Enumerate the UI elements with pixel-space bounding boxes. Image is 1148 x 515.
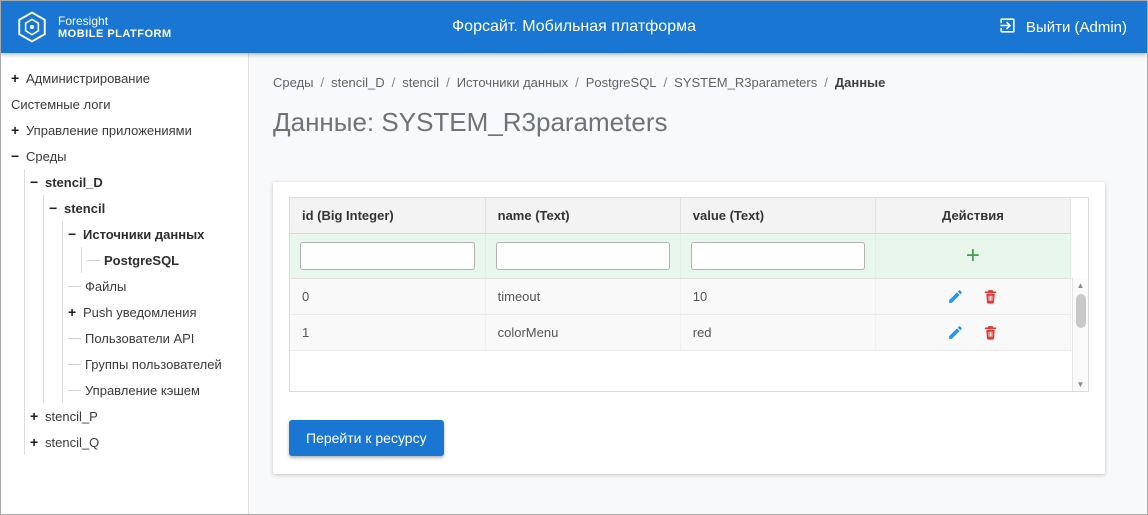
column-header-value: value (Text) xyxy=(680,198,876,234)
add-row-button[interactable]: + xyxy=(956,244,990,268)
column-header-id: id (Big Integer) xyxy=(290,198,486,234)
cell-id: 0 xyxy=(290,278,486,316)
logout-label: Выйти (Admin) xyxy=(1025,18,1127,36)
breadcrumb-item-resource[interactable]: SYSTEM_R3parameters xyxy=(674,75,817,90)
column-header-name: name (Text) xyxy=(485,198,681,234)
breadcrumb-item-postgresql[interactable]: PostgreSQL xyxy=(586,75,657,90)
application-window: Foresight MOBILE PLATFORM Форсайт. Мобил… xyxy=(0,0,1148,515)
filter-value-input[interactable] xyxy=(690,242,865,270)
breadcrumb-separator xyxy=(575,75,579,90)
table-scrollbar[interactable] xyxy=(1072,278,1088,391)
sidebar-item-stencil[interactable]: stencil xyxy=(49,195,244,221)
filter-id-input[interactable] xyxy=(300,242,475,270)
app-logo[interactable]: Foresight MOBILE PLATFORM xyxy=(15,10,172,44)
delete-row-button[interactable] xyxy=(973,288,1008,305)
sidebar-item-user-groups[interactable]: Группы пользователей xyxy=(68,351,244,377)
breadcrumb-item-stencil[interactable]: stencil xyxy=(402,75,439,90)
minus-icon[interactable] xyxy=(11,149,26,163)
data-table-container: id (Big Integer) name (Text) value (Text… xyxy=(289,197,1089,392)
filter-row: + xyxy=(290,233,1072,279)
pencil-icon xyxy=(947,324,964,339)
cell-value: 10 xyxy=(680,278,876,316)
edit-row-button[interactable] xyxy=(938,288,973,305)
logout-button[interactable]: Выйти (Admin) xyxy=(998,16,1127,39)
scroll-up-button[interactable] xyxy=(1077,278,1085,292)
page-title: Данные: SYSTEM_R3parameters xyxy=(273,107,668,137)
plus-icon[interactable] xyxy=(68,305,83,319)
table-empty-space xyxy=(290,350,1071,391)
breadcrumb-separator xyxy=(392,75,396,90)
top-bar: Foresight MOBILE PLATFORM Форсайт. Мобил… xyxy=(1,1,1147,53)
main-content: Среды stencil_D stencil Источники данных Pos… xyxy=(249,53,1147,514)
filter-name-input[interactable] xyxy=(495,242,670,270)
cell-id: 1 xyxy=(290,314,486,352)
trash-icon xyxy=(982,288,999,304)
sidebar-item-environments[interactable]: Среды xyxy=(11,143,244,169)
sidebar-item-stencil-d[interactable]: stencil_D xyxy=(30,169,244,195)
sidebar-item-app-management[interactable]: Управление приложениями xyxy=(11,117,244,143)
sidebar-item-push-notifications[interactable]: Push уведомления xyxy=(68,299,244,325)
tree-connector xyxy=(68,389,81,391)
logout-icon xyxy=(998,16,1017,39)
column-header-actions: Действия xyxy=(875,198,1072,234)
sidebar-item-stencil-q[interactable]: stencil_Q xyxy=(30,429,244,455)
breadcrumb-separator xyxy=(446,75,450,90)
data-table: id (Big Integer) name (Text) value (Text… xyxy=(290,198,1072,391)
minus-icon[interactable] xyxy=(68,227,83,241)
sidebar-item-data-sources[interactable]: Источники данных xyxy=(68,221,244,247)
minus-icon[interactable] xyxy=(30,175,45,189)
tree-connector xyxy=(68,363,81,365)
scrollbar-thumb[interactable] xyxy=(1075,294,1086,328)
breadcrumb-separator xyxy=(664,75,668,90)
cell-name: colorMenu xyxy=(485,314,681,352)
breadcrumb-item-data-current: Данные xyxy=(834,75,886,90)
breadcrumb: Среды stencil_D stencil Источники данных Pos… xyxy=(273,53,1147,90)
plus-icon[interactable] xyxy=(11,123,26,137)
plus-icon[interactable] xyxy=(30,409,45,423)
logo-text-line1: Foresight xyxy=(58,13,109,28)
trash-icon xyxy=(982,324,999,340)
breadcrumb-item-environments[interactable]: Среды xyxy=(273,75,314,90)
data-card: id (Big Integer) name (Text) value (Text… xyxy=(273,182,1105,474)
table-row: 1 colorMenu red xyxy=(290,314,1072,352)
sidebar-tree: Администрирование Системные логи Управле… xyxy=(1,53,249,514)
plus-icon[interactable] xyxy=(30,435,45,449)
sidebar-item-files[interactable]: Файлы xyxy=(68,273,244,299)
breadcrumb-separator xyxy=(321,75,325,90)
delete-row-button[interactable] xyxy=(973,324,1008,341)
sidebar-item-stencil-p[interactable]: stencil_P xyxy=(30,403,244,429)
sidebar-item-api-users[interactable]: Пользователи API xyxy=(68,325,244,351)
table-header-row: id (Big Integer) name (Text) value (Text… xyxy=(290,198,1072,234)
breadcrumb-item-data-sources[interactable]: Источники данных xyxy=(457,75,568,90)
cell-value: red xyxy=(680,314,876,352)
scroll-down-button[interactable] xyxy=(1077,377,1085,391)
sidebar-item-cache-management[interactable]: Управление кэшем xyxy=(68,377,244,403)
cell-name: timeout xyxy=(485,278,681,316)
pencil-icon xyxy=(947,288,964,303)
breadcrumb-item-stencil-d[interactable]: stencil_D xyxy=(331,75,384,90)
breadcrumb-separator xyxy=(824,75,828,90)
tree-connector xyxy=(68,285,81,287)
tree-connector xyxy=(68,337,81,339)
app-title: Форсайт. Мобильная платформа xyxy=(452,18,696,35)
edit-row-button[interactable] xyxy=(938,324,973,341)
minus-icon[interactable] xyxy=(49,201,64,215)
table-row: 0 timeout 10 xyxy=(290,278,1072,316)
go-to-resource-button[interactable]: Перейти к ресурсу xyxy=(289,419,444,456)
tree-connector xyxy=(87,259,100,261)
sidebar-item-administration[interactable]: Администрирование xyxy=(11,65,244,91)
logo-text-line2: MOBILE PLATFORM xyxy=(58,27,172,40)
foresight-logo-icon xyxy=(15,10,49,44)
plus-icon[interactable] xyxy=(11,71,26,85)
sidebar-item-system-logs[interactable]: Системные логи xyxy=(11,91,244,117)
sidebar-item-postgresql[interactable]: PostgreSQL xyxy=(87,247,244,273)
